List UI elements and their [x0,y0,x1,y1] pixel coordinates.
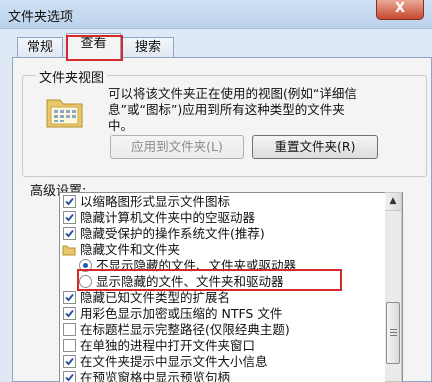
scrollbar-border [402,192,403,382]
item-label: 在标题栏显示完整路径(仅限经典主题) [80,322,290,337]
folder-options-window: 文件夹选项 X 常规 查看 搜索 文件夹视图 可以将该文件夹正在使用的视图(例如… [0,0,432,382]
radio-selected-dot [83,263,88,268]
checkbox[interactable] [63,355,76,368]
grip-line [390,332,397,333]
item-label: 在文件夹提示中显示文件大小信息 [80,354,268,369]
checkbox[interactable] [63,371,76,382]
tab-general[interactable]: 常规 [17,37,63,58]
tab-search[interactable]: 搜索 [122,37,174,58]
checkbox[interactable] [63,227,76,240]
tab-general-label: 常规 [26,40,53,55]
description-line: 可以将该文件夹正在使用的视图(例如“详细信 [108,86,357,101]
tab-strip: 常规 查看 搜索 [0,28,432,59]
close-button[interactable]: X [376,0,424,20]
scroll-up-arrow-icon[interactable]: ▲ [385,193,401,211]
checkbox[interactable] [63,211,76,224]
reset-folders-button[interactable]: 重置文件夹(R) [252,135,378,159]
item-label: 以缩略图形式显示文件图标 [80,194,231,209]
apply-to-folders-button[interactable]: 应用到文件夹(L) [110,135,244,159]
item-label: 在预览窗格中显示预览句柄 [80,370,231,382]
tab-search-label: 搜索 [134,40,161,55]
item-label: 隐藏文件和文件夹 [80,242,181,257]
scrollbar-thumb[interactable] [386,302,400,364]
close-icon: X [394,1,406,16]
item-label: 用彩色显示加密或压缩的 NTFS 文件 [80,306,283,321]
folder-icon [62,243,76,260]
folder-view-icon [45,95,85,129]
checkbox[interactable] [63,323,76,336]
folder-views-label: 文件夹视图 [36,67,108,86]
title-bar: 文件夹选项 X [0,0,432,29]
checkbox[interactable] [63,291,76,304]
item-label: 隐藏已知文件类型的扩展名 [80,290,231,305]
grip-line [390,329,397,330]
checkbox[interactable] [63,339,76,352]
window-title: 文件夹选项 [8,10,74,25]
checkbox[interactable] [63,195,76,208]
show-hidden-highlight [77,269,342,291]
item-label: 隐藏计算机文件夹中的空驱动器 [80,210,256,225]
apply-to-folders-label: 应用到文件夹(L) [131,139,223,154]
folder-views-description: 可以将该文件夹正在使用的视图(例如“详细信 息”或“图标”)应用到所有这种类型的… [108,86,423,134]
view-tab-highlight [66,35,123,61]
checkbox[interactable] [63,307,76,320]
reset-folders-label: 重置文件夹(R) [274,139,356,154]
description-line: 息”或“图标”)应用到所有这种类型的文件夹 [108,102,345,117]
description-line: 中。 [108,118,134,133]
item-label: 在单独的进程中打开文件夹窗口 [80,338,256,353]
vertical-scrollbar[interactable]: ▲ [385,192,402,382]
item-label: 隐藏受保护的操作系统文件(推荐) [80,226,265,241]
grip-line [390,335,397,336]
